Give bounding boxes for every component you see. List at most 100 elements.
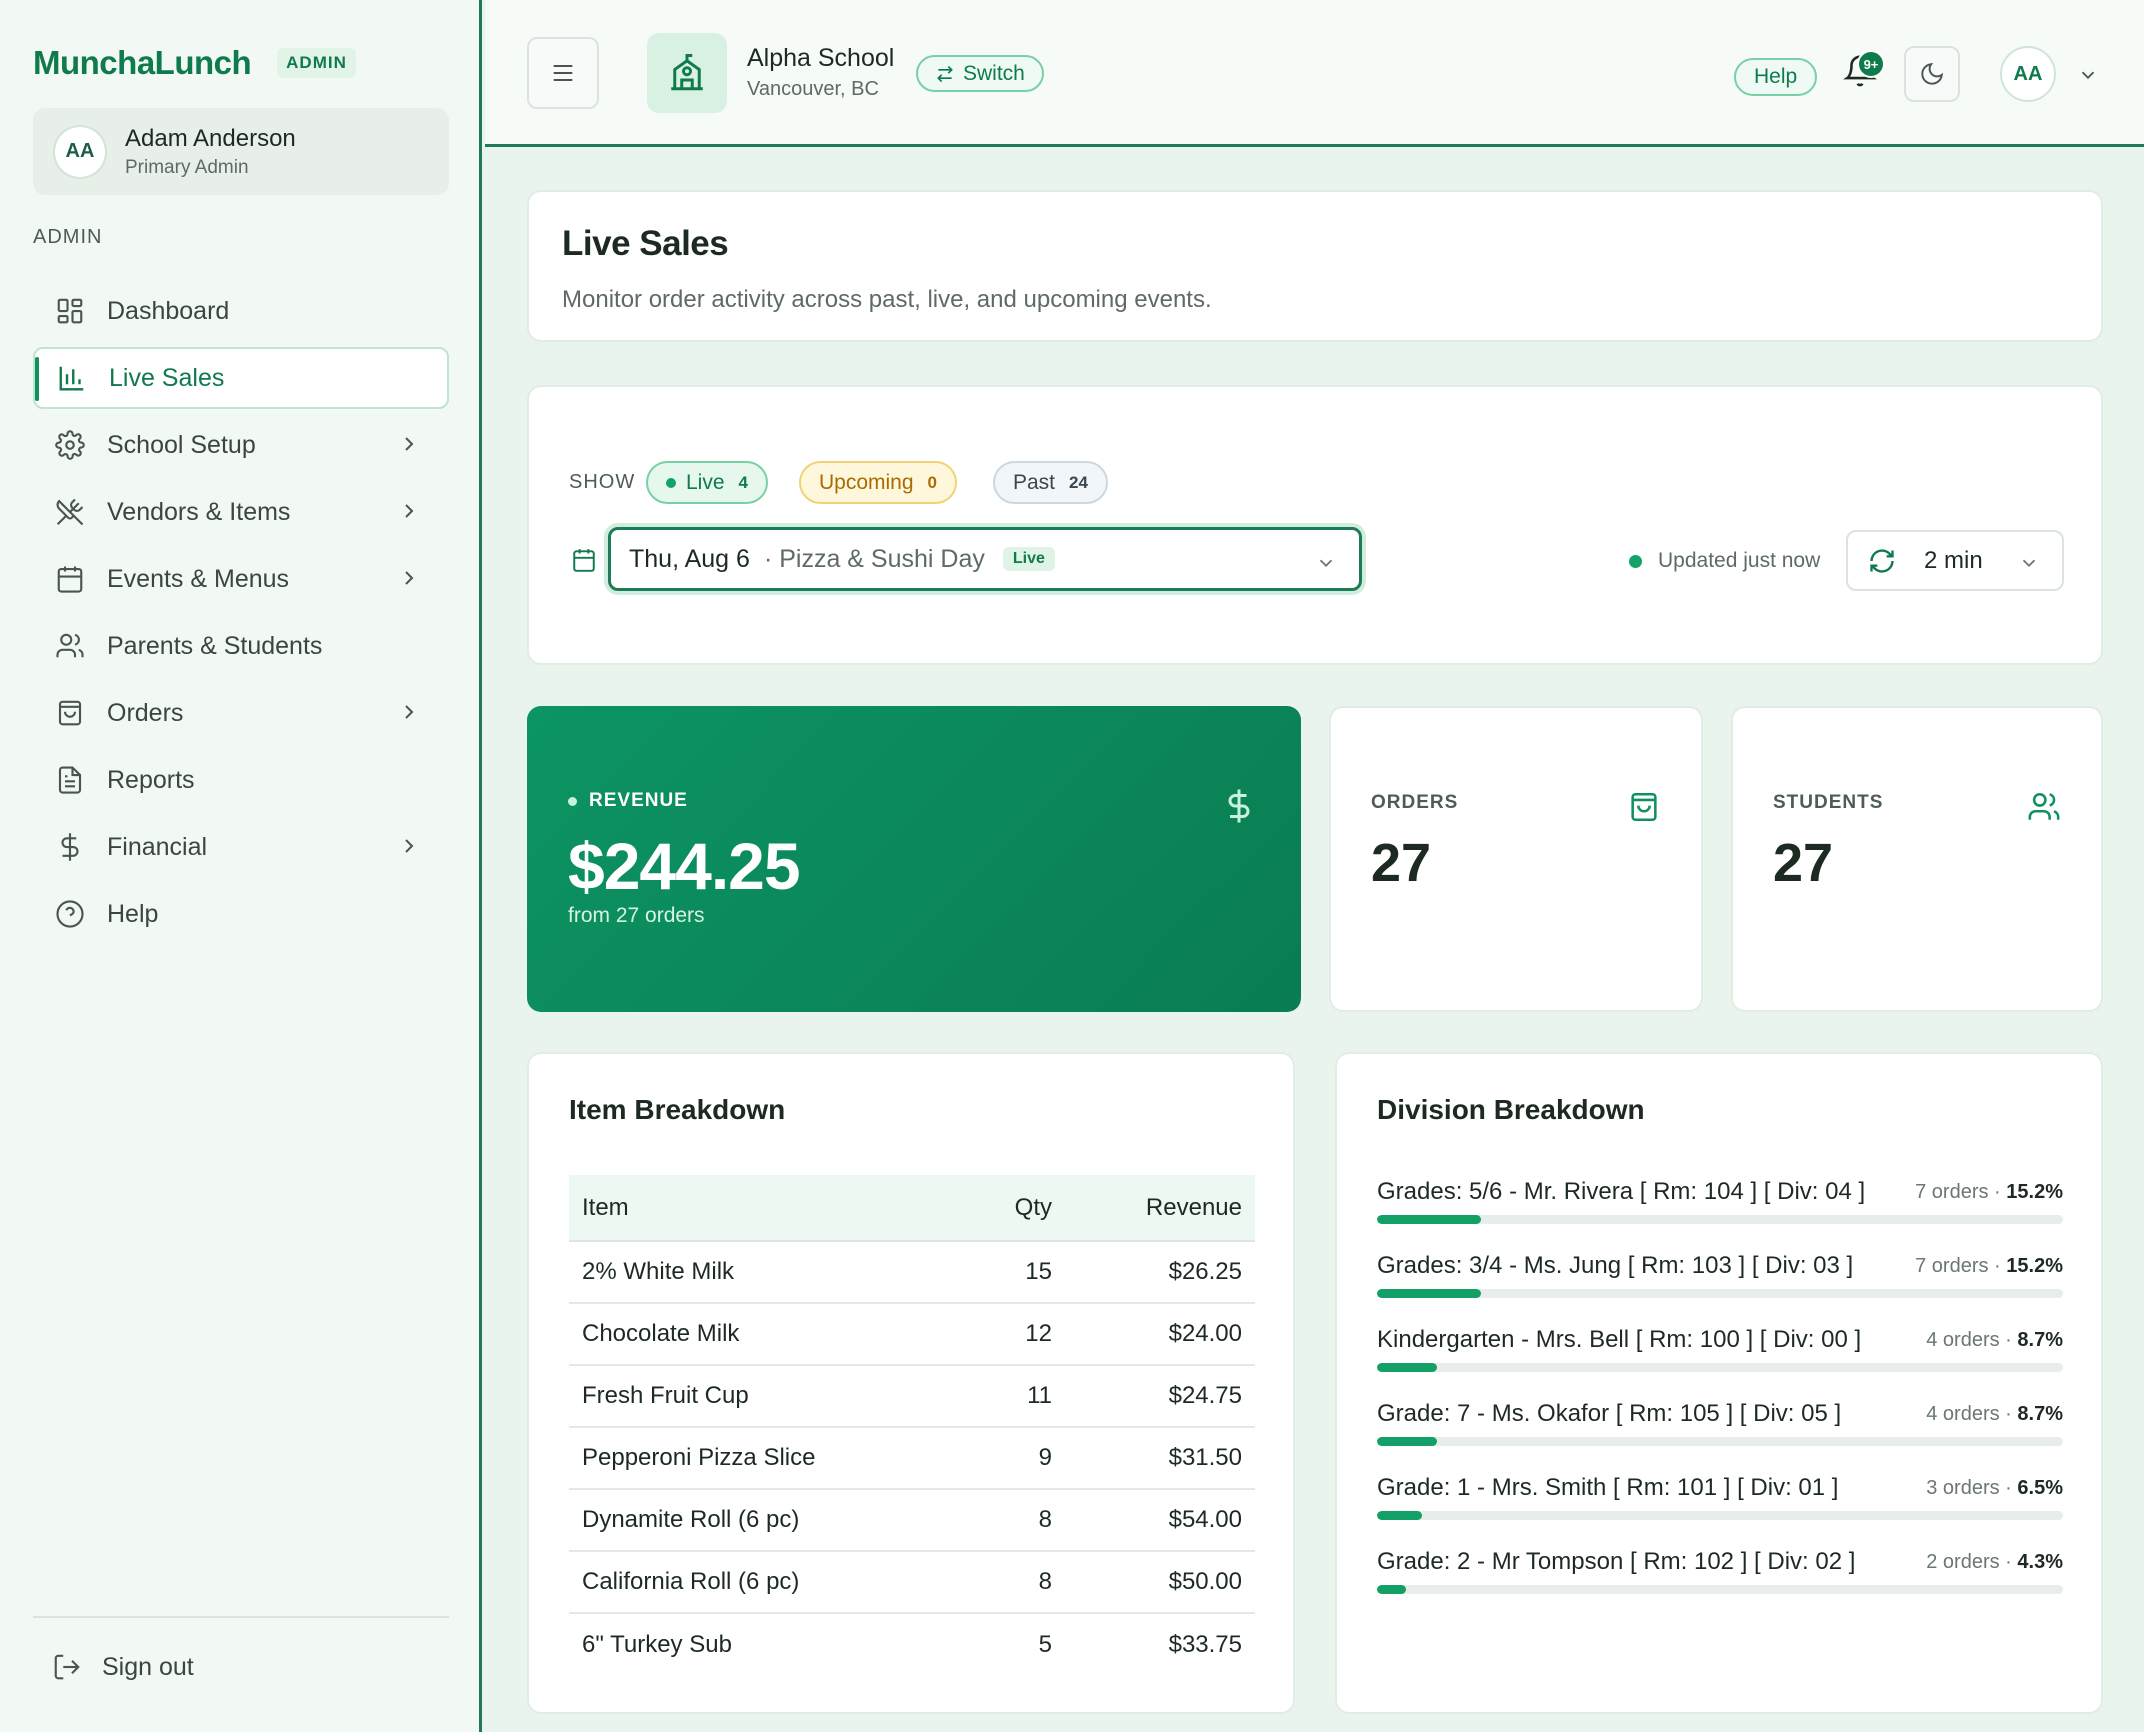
division-progress-bar: [1377, 1363, 2063, 1372]
sidebar-item-financial[interactable]: Financial: [33, 816, 449, 878]
sidebar-item-help[interactable]: Help: [33, 883, 449, 945]
division-percent: 4.3%: [2017, 1551, 2063, 1573]
help-button[interactable]: Help: [1734, 58, 1818, 96]
division-progress-fill: [1377, 1585, 1407, 1594]
page-title: Live Sales: [562, 224, 729, 263]
column-header-item[interactable]: Item: [569, 1175, 945, 1242]
filter-past-pill[interactable]: Past 24: [993, 461, 1108, 504]
event-select[interactable]: Thu, Aug 6 · Pizza & Sushi Day Live: [608, 527, 1362, 591]
sidebar-item-orders[interactable]: Orders: [33, 682, 449, 744]
sidebar-item-label: Vendors & Items: [107, 497, 291, 526]
table-row: California Roll (6 pc) 8 $50.00: [569, 1551, 1255, 1614]
item-name: Fresh Fruit Cup: [569, 1365, 945, 1428]
sidebar-item-live-sales[interactable]: Live Sales: [33, 347, 449, 409]
chevron-right-icon: [397, 432, 421, 456]
revenue-card: REVENUE $244.25 from 27 orders: [527, 706, 1301, 1012]
chevron-right-icon: [397, 700, 421, 724]
switch-school-button[interactable]: Switch: [916, 55, 1044, 92]
user-avatar-button[interactable]: AA: [2000, 46, 2056, 102]
item-revenue: $33.75: [1168, 1630, 1242, 1658]
sidebar-item-label: Dashboard: [107, 296, 230, 325]
sidebar-item-events-menus[interactable]: Events & Menus: [33, 548, 449, 610]
sidebar-item-vendors-items[interactable]: Vendors & Items: [33, 481, 449, 543]
revenue-subtext: from 27 orders: [568, 904, 705, 927]
logout-icon: [52, 1652, 82, 1682]
sidebar-item-label: School Setup: [107, 430, 256, 459]
update-status: Updated just now: [1629, 549, 1820, 573]
updated-text: Updated just now: [1658, 549, 1821, 572]
item-name: Dynamite Roll (6 pc): [569, 1489, 945, 1552]
column-header-qty[interactable]: Qty: [945, 1175, 1065, 1242]
hamburger-icon: [549, 59, 577, 87]
sidebar: MunchaLunch ADMIN AA Adam Anderson Prima…: [0, 0, 482, 1732]
item-revenue: $50.00: [1065, 1551, 1255, 1614]
division-name: Kindergarten - Mrs. Bell [ Rm: 100 ] [ D…: [1377, 1326, 1862, 1353]
user-card[interactable]: AA Adam Anderson Primary Admin: [33, 108, 449, 195]
division-progress-bar: [1377, 1215, 2063, 1224]
signout-button[interactable]: Sign out: [52, 1652, 194, 1682]
dollar-icon: [1221, 788, 1257, 824]
sidebar-item-school-setup[interactable]: School Setup: [33, 414, 449, 476]
division-name: Grade: 1 - Mrs. Smith [ Rm: 101 ] [ Div:…: [1377, 1474, 1839, 1501]
user-name: Adam Anderson: [125, 124, 296, 152]
division-orders: 4 orders ·: [1926, 1329, 2012, 1351]
chevron-right-icon: [397, 566, 421, 590]
division-meta: 7 orders · 15.2%: [1915, 1181, 2063, 1204]
notification-badge: 9+: [1857, 50, 1885, 78]
item-name: 2% White Milk: [569, 1241, 945, 1304]
sidebar-divider: [33, 1616, 449, 1618]
division-orders: 2 orders ·: [1926, 1551, 2012, 1573]
school-location: Vancouver, BC: [747, 78, 879, 100]
menu-toggle-button[interactable]: [527, 37, 599, 109]
division-progress-fill: [1377, 1437, 1437, 1446]
division-orders: 7 orders ·: [1915, 1255, 2001, 1277]
filter-past-count: 24: [1069, 472, 1088, 492]
division-progress-fill: [1377, 1289, 1482, 1298]
item-qty: 15: [945, 1241, 1065, 1304]
item-qty: 8: [945, 1489, 1065, 1552]
division-meta: 7 orders · 15.2%: [1915, 1255, 2063, 1278]
table-row: 2% White Milk 15 $26.25: [569, 1241, 1255, 1304]
sidebar-nav: Dashboard Live Sales School Setup Vendor…: [33, 280, 449, 950]
division-list: Grades: 5/6 - Mr. Rivera [ Rm: 104 ] [ D…: [1377, 1178, 2063, 1622]
brand[interactable]: MunchaLunch ADMIN: [33, 44, 356, 82]
sidebar-item-parents-students[interactable]: Parents & Students: [33, 615, 449, 677]
item-name: California Roll (6 pc): [569, 1551, 945, 1614]
division-orders: 7 orders ·: [1915, 1181, 2001, 1203]
filter-card: SHOW Live 4 Upcoming 0 Past 24 Thu, Aug …: [527, 385, 2103, 665]
division-progress-fill: [1377, 1511, 1422, 1520]
theme-toggle-button[interactable]: [1904, 46, 1960, 102]
status-dot: [1629, 554, 1642, 568]
division-breakdown-title: Division Breakdown: [1377, 1094, 1645, 1125]
orders-value: 27: [1371, 833, 1432, 893]
item-name: Pepperoni Pizza Slice: [569, 1427, 945, 1490]
division-progress-bar: [1377, 1585, 2063, 1594]
school-name: Alpha School: [747, 44, 895, 72]
column-header-revenue[interactable]: Revenue: [1065, 1175, 1255, 1242]
calendar-icon: [53, 562, 87, 596]
filter-live-pill[interactable]: Live 4: [646, 461, 768, 504]
refresh-interval-select[interactable]: 2 min: [1846, 530, 2064, 591]
sidebar-item-label: Financial: [107, 832, 208, 861]
show-label: SHOW: [569, 471, 636, 493]
filter-upcoming-count: 0: [927, 472, 938, 492]
nav-section-label: ADMIN: [33, 226, 103, 248]
chevron-down-icon[interactable]: [2077, 64, 2099, 86]
division-progress-bar: [1377, 1289, 2063, 1298]
division-progress-bar: [1377, 1437, 2063, 1446]
item-revenue: $26.25: [1065, 1241, 1255, 1304]
division-orders: 3 orders ·: [1926, 1477, 2012, 1499]
orders-label: ORDERS: [1371, 792, 1459, 813]
revenue-label: REVENUE: [568, 790, 688, 812]
chevron-right-icon: [397, 499, 421, 523]
filter-upcoming-pill[interactable]: Upcoming 0: [799, 461, 958, 504]
table-row: Dynamite Roll (6 pc) 8 $54.00: [569, 1489, 1255, 1552]
item-qty: 8: [945, 1551, 1065, 1614]
division-name: Grades: 3/4 - Ms. Jung [ Rm: 103 ] [ Div…: [1377, 1252, 1854, 1279]
sidebar-item-label: Live Sales: [109, 363, 225, 392]
item-qty: 9: [945, 1427, 1065, 1490]
page-header-card: Live Sales Monitor order activity across…: [527, 190, 2103, 342]
sidebar-item-dashboard[interactable]: Dashboard: [33, 280, 449, 342]
division-progress-bar: [1377, 1511, 2063, 1520]
sidebar-item-reports[interactable]: Reports: [33, 749, 449, 811]
